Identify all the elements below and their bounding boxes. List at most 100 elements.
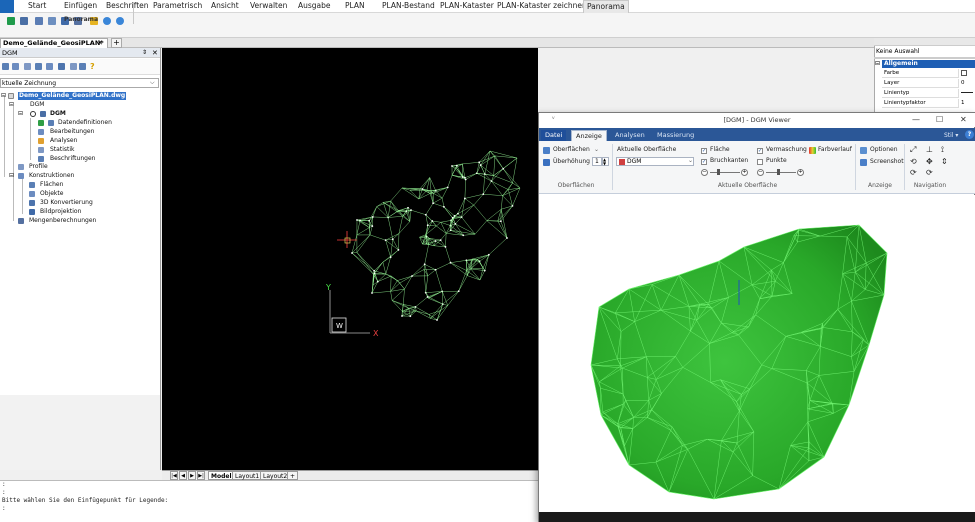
style-menu[interactable]: Stil ▾: [944, 131, 958, 141]
nav-orbit-left-icon[interactable]: ⟳: [910, 169, 917, 177]
chevron-down-icon[interactable]: ⌵: [150, 78, 155, 88]
nav-zoom-icon[interactable]: ⇕: [941, 158, 948, 166]
panorama-tool-icon[interactable]: [20, 17, 28, 25]
document-tab-close-icon[interactable]: ✕: [97, 38, 103, 48]
viewer-help-icon[interactable]: ?: [965, 130, 974, 139]
document-tab[interactable]: Demo_Gelände_GeosiPLAN*: [0, 38, 108, 48]
farbverlauf-button[interactable]: Farbverlauf: [818, 146, 852, 154]
vermaschung-checkbox[interactable]: ✓: [757, 148, 763, 154]
slider-thumb[interactable]: [717, 169, 720, 175]
property-value[interactable]: [958, 69, 975, 78]
punkte-checkbox[interactable]: [757, 159, 763, 165]
dgm-tool-icon[interactable]: [2, 63, 9, 70]
menu-plan-bestand[interactable]: PLAN-Bestand: [382, 1, 435, 11]
menu-einfuegen[interactable]: Einfügen: [64, 1, 97, 11]
nav-orbit-right-icon[interactable]: ⟳: [926, 169, 933, 177]
menu-beschriften[interactable]: Beschriften: [106, 1, 149, 11]
ueberhoehung-spinner[interactable]: ▲ ▼: [602, 157, 609, 166]
window-menu-icon[interactable]: ⱽ: [552, 113, 555, 127]
tree-item-flaechen[interactable]: Flächen: [40, 181, 63, 189]
menu-verwalten[interactable]: Verwalten: [250, 1, 287, 11]
menu-panorama[interactable]: Panorama: [583, 0, 629, 13]
nav-pan-icon[interactable]: ✥: [926, 158, 933, 166]
viewer-3d-viewport[interactable]: [539, 195, 975, 512]
points-icon[interactable]: [46, 63, 53, 70]
tab-massierung[interactable]: Massierung: [653, 130, 698, 141]
slider-plus-icon[interactable]: +: [741, 169, 748, 176]
menu-ansicht[interactable]: Ansicht: [211, 1, 239, 11]
maximize-button[interactable]: ☐: [936, 113, 943, 127]
tab-model[interactable]: Model: [208, 471, 235, 480]
panel-close-icon[interactable]: ✕: [152, 48, 158, 58]
tree-item-datendefinitionen[interactable]: Datendefinitionen: [58, 119, 112, 127]
tab-analysen[interactable]: Analysen: [611, 130, 649, 141]
flaeche-checkbox[interactable]: ✓: [701, 148, 707, 154]
panel-help-icon[interactable]: ?: [90, 62, 95, 71]
bruchkanten-checkbox[interactable]: ✓: [701, 159, 707, 165]
point-size-slider[interactable]: [766, 172, 796, 173]
drawing-canvas[interactable]: [162, 48, 538, 470]
tree-item-analysen[interactable]: Analysen: [50, 137, 77, 145]
slider-plus-icon[interactable]: +: [797, 169, 804, 176]
command-line[interactable]: :: Bitte wählen Sie den Einfügepunkt für …: [0, 480, 538, 522]
property-value[interactable]: 1: [958, 99, 975, 108]
tab-datei[interactable]: Datei: [541, 130, 567, 141]
tree-item-bildprojektion[interactable]: Bildprojektion: [40, 208, 81, 216]
nav-axes-icon[interactable]: ⤢: [910, 146, 916, 154]
close-button[interactable]: ✕: [960, 113, 967, 127]
properties-selection[interactable]: Keine Auswahl: [876, 47, 919, 56]
tree-item-konstruktionen[interactable]: Konstruktionen: [29, 172, 74, 180]
aktuelle-oberflaeche-select[interactable]: DGM: [616, 157, 694, 166]
layout-next-icon[interactable]: ▶: [188, 471, 196, 480]
ueberhoehung-input[interactable]: 1: [592, 157, 602, 166]
chevron-down-icon[interactable]: ⌄: [688, 157, 693, 165]
menu-plan-kataster[interactable]: PLAN-Kataster: [440, 1, 494, 11]
tree-toggle-icon[interactable]: ⊟: [18, 110, 23, 118]
screenshot-button[interactable]: Screenshot: [870, 158, 904, 166]
layout-prev-icon[interactable]: ◀: [179, 471, 187, 480]
property-value[interactable]: [958, 89, 975, 98]
tree-item-beschriftungen[interactable]: Beschriftungen: [50, 155, 95, 163]
menu-parametrisch[interactable]: Parametrisch: [153, 1, 202, 11]
help-icon[interactable]: [116, 17, 124, 25]
minimize-button[interactable]: —: [912, 113, 920, 127]
nav-axes-side-icon[interactable]: ⟟: [941, 146, 944, 154]
panel-pin-icon[interactable]: ⇕: [142, 48, 147, 58]
app-logo-icon[interactable]: [0, 0, 14, 13]
oberflaechen-button[interactable]: Oberflächen: [553, 146, 590, 154]
tree-item-3d-konvertierung[interactable]: 3D Konvertierung: [40, 199, 93, 207]
dgm-radio-icon[interactable]: [30, 111, 36, 117]
slider-thumb[interactable]: [777, 169, 780, 175]
tree-item-mengenberechnungen[interactable]: Mengenberechnungen: [29, 217, 96, 225]
properties-category[interactable]: Allgemein: [882, 60, 975, 68]
menu-plan[interactable]: PLAN: [345, 1, 365, 11]
chevron-down-icon[interactable]: ⌄: [594, 146, 599, 154]
menu-start[interactable]: Start: [28, 1, 46, 11]
menu-ausgabe[interactable]: Ausgabe: [298, 1, 331, 11]
nav-axes-front-icon[interactable]: ⊥: [926, 146, 933, 154]
tree-toggle-icon[interactable]: ⊟: [9, 172, 14, 180]
new-tab-button[interactable]: +: [111, 38, 122, 48]
dgm-edit-icon[interactable]: [12, 63, 19, 70]
layout-last-icon[interactable]: ▶|: [197, 471, 205, 480]
nav-rotate-icon[interactable]: ⟲: [910, 158, 917, 166]
tree-toggle-icon[interactable]: ⊟: [1, 92, 6, 100]
mesh-icon[interactable]: [35, 63, 42, 70]
tree-item-bearbeitungen[interactable]: Bearbeitungen: [50, 128, 94, 136]
menu-plan-kataster-zeichnen[interactable]: PLAN-Kataster zeichnen: [497, 1, 587, 11]
tree-item-objekte[interactable]: Objekte: [40, 190, 63, 198]
transparency-slider[interactable]: [710, 172, 740, 173]
layers-icon[interactable]: [48, 17, 56, 25]
tab-layout2[interactable]: Layout2: [260, 471, 291, 480]
layout-first-icon[interactable]: |◀: [170, 471, 178, 480]
zoom-icon[interactable]: [24, 63, 31, 70]
tab-layout1[interactable]: Layout1: [232, 471, 263, 480]
tree-item-root[interactable]: Demo_Gelände_GeosiPLAN.dwg: [18, 92, 127, 100]
optionen-button[interactable]: Optionen: [870, 146, 898, 154]
tree-item-dgm-group[interactable]: DGM: [30, 101, 44, 109]
surface-icon[interactable]: [58, 63, 65, 70]
measure-icon[interactable]: [79, 63, 86, 70]
tree-item-dgm[interactable]: DGM: [50, 110, 66, 118]
slider-minus-icon[interactable]: −: [701, 169, 708, 176]
category-toggle-icon[interactable]: ⊟: [875, 60, 880, 68]
